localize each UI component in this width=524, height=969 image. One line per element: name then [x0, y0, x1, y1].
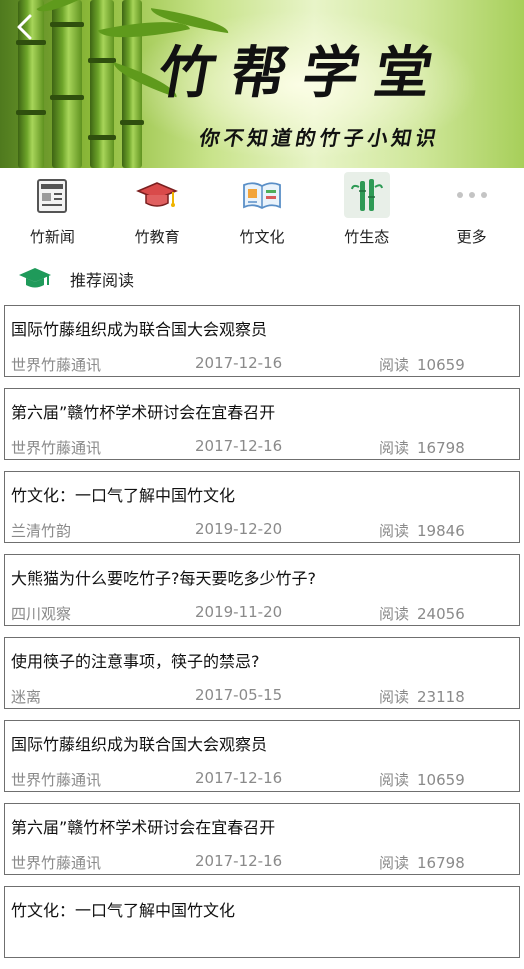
chevron-left-icon — [17, 14, 32, 40]
article-card[interactable]: 竹文化：一口气了解中国竹文化 兰清竹韵 2019-12-20 阅读 19846 — [4, 471, 520, 543]
article-reads: 阅读 10659 — [379, 769, 465, 790]
article-meta: 四川观察 2019-11-20 阅读 24056 — [11, 603, 513, 623]
article-reads — [379, 935, 387, 953]
category-nav: 竹新闻 竹教育 竹文化 竹生态 更多 — [0, 168, 524, 250]
nav-item-more[interactable]: 更多 — [427, 168, 517, 247]
article-source: 四川观察 — [11, 605, 72, 623]
article-reads: 阅读 16798 — [379, 437, 465, 458]
article-title: 竹文化：一口气了解中国竹文化 — [11, 901, 236, 920]
article-title: 国际竹藤组织成为联合国大会观察员 — [11, 320, 268, 339]
bamboo-icon — [343, 172, 390, 218]
article-card[interactable]: 竹文化：一口气了解中国竹文化 — [4, 886, 520, 958]
article-reads: 阅读 16798 — [379, 852, 465, 873]
back-button[interactable] — [10, 12, 40, 42]
reads-count: 23118 — [417, 688, 465, 706]
graduation-cap-icon — [19, 268, 51, 288]
article-card[interactable]: 使用筷子的注意事项，筷子的禁忌? 迷离 2017-05-15 阅读 23118 — [4, 637, 520, 709]
bamboo-stalk — [50, 0, 84, 168]
article-date: 2019-11-20 — [195, 603, 283, 621]
banner-subtitle: 你不知道的竹子小知识 — [197, 126, 442, 150]
reads-count: 19846 — [417, 522, 465, 540]
article-meta: 世界竹藤通讯 2017-12-16 阅读 10659 — [11, 769, 513, 789]
article-title: 大熊猫为什么要吃竹子?每天要吃多少竹子? — [11, 569, 316, 588]
article-card[interactable]: 国际竹藤组织成为联合国大会观察员 世界竹藤通讯 2017-12-16 阅读 106… — [4, 305, 520, 377]
article-title: 第六届”赣竹杯学术研讨会在宜春召开 — [11, 818, 276, 837]
article-date: 2017-12-16 — [195, 437, 283, 455]
article-source: 世界竹藤通讯 — [11, 439, 102, 457]
article-title: 使用筷子的注意事项，筷子的禁忌? — [11, 652, 260, 671]
article-meta: 世界竹藤通讯 2017-12-16 阅读 16798 — [11, 437, 513, 457]
reads-count: 16798 — [417, 854, 465, 872]
newspaper-icon — [29, 172, 75, 218]
article-meta: 迷离 2017-05-15 阅读 23118 — [11, 686, 513, 706]
article-source: 迷离 — [11, 688, 42, 706]
article-card[interactable]: 国际竹藤组织成为联合国大会观察员 世界竹藤通讯 2017-12-16 阅读 106… — [4, 720, 520, 792]
article-card[interactable]: 大熊猫为什么要吃竹子?每天要吃多少竹子? 四川观察 2019-11-20 阅读 2… — [4, 554, 520, 626]
bamboo-stalk — [88, 0, 116, 168]
article-list: 国际竹藤组织成为联合国大会观察员 世界竹藤通讯 2017-12-16 阅读 106… — [4, 305, 520, 969]
nav-label: 竹教育 — [134, 228, 180, 246]
graduation-cap-icon — [134, 172, 180, 218]
article-reads: 阅读 10659 — [379, 354, 465, 375]
reads-label: 阅读 — [379, 605, 410, 623]
reads-count: 16798 — [417, 439, 465, 457]
article-reads: 阅读 24056 — [379, 603, 465, 624]
more-dots-icon — [449, 172, 495, 218]
reads-label: 阅读 — [379, 439, 410, 457]
article-meta — [11, 935, 513, 955]
section-title: 推荐阅读 — [70, 271, 135, 290]
banner-title: 竹帮学堂 — [153, 40, 454, 106]
article-card[interactable]: 第六届”赣竹杯学术研讨会在宜春召开 世界竹藤通讯 2017-12-16 阅读 16… — [4, 388, 520, 460]
open-book-icon — [239, 172, 285, 218]
header-banner: 竹帮学堂 你不知道的竹子小知识 — [0, 0, 524, 168]
article-date: 2017-05-15 — [195, 686, 283, 704]
article-source: 世界竹藤通讯 — [11, 356, 102, 374]
nav-label: 竹新闻 — [29, 228, 75, 246]
recommended-reading-header: 推荐阅读 — [18, 262, 134, 296]
article-source: 世界竹藤通讯 — [11, 771, 102, 789]
reads-count: 24056 — [417, 605, 465, 623]
article-meta: 世界竹藤通讯 2017-12-16 阅读 10659 — [11, 354, 513, 374]
article-date: 2017-12-16 — [195, 769, 283, 787]
article-date: 2019-12-20 — [195, 520, 283, 538]
reads-label: 阅读 — [379, 771, 410, 789]
nav-item-ecology[interactable]: 竹生态 — [322, 168, 412, 247]
article-date: 2017-12-16 — [195, 354, 283, 372]
reads-label: 阅读 — [379, 854, 410, 872]
article-reads: 阅读 19846 — [379, 520, 465, 541]
nav-label: 竹生态 — [344, 228, 390, 246]
nav-label: 竹文化 — [239, 228, 285, 246]
reads-label: 阅读 — [379, 688, 410, 706]
nav-item-news[interactable]: 竹新闻 — [7, 168, 97, 247]
article-reads: 阅读 23118 — [379, 686, 465, 707]
article-title: 竹文化：一口气了解中国竹文化 — [11, 486, 236, 505]
nav-label: 更多 — [456, 228, 487, 246]
reads-label: 阅读 — [379, 356, 410, 374]
article-title: 国际竹藤组织成为联合国大会观察员 — [11, 735, 268, 754]
reads-count: 10659 — [417, 771, 465, 789]
article-card[interactable]: 第六届”赣竹杯学术研讨会在宜春召开 世界竹藤通讯 2017-12-16 阅读 16… — [4, 803, 520, 875]
reads-label: 阅读 — [379, 522, 410, 540]
article-source: 世界竹藤通讯 — [11, 854, 102, 872]
nav-item-culture[interactable]: 竹文化 — [217, 168, 307, 247]
article-date: 2017-12-16 — [195, 852, 283, 870]
reads-count: 10659 — [417, 356, 465, 374]
nav-item-education[interactable]: 竹教育 — [112, 168, 202, 247]
article-meta: 世界竹藤通讯 2017-12-16 阅读 16798 — [11, 852, 513, 872]
article-meta: 兰清竹韵 2019-12-20 阅读 19846 — [11, 520, 513, 540]
article-title: 第六届”赣竹杯学术研讨会在宜春召开 — [11, 403, 276, 422]
article-source: 兰清竹韵 — [11, 522, 72, 540]
